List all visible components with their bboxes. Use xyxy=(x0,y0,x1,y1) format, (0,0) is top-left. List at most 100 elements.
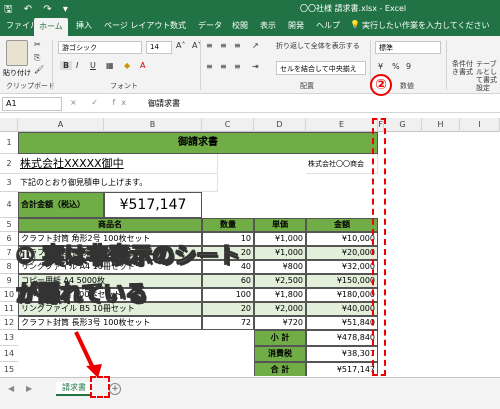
bold-button[interactable]: B xyxy=(60,61,73,70)
align-center-icon[interactable]: ≡ xyxy=(220,62,227,71)
align-left-icon[interactable]: ≡ xyxy=(206,62,213,71)
add-sheet-icon[interactable]: + xyxy=(109,383,121,395)
currency-icon[interactable]: ¥ xyxy=(378,62,383,71)
row-header[interactable]: 15 xyxy=(0,362,18,378)
indent-icon[interactable]: ⇥ xyxy=(252,62,259,71)
subtotal-label-cell[interactable]: 小 計 xyxy=(254,330,306,346)
conditional-format-button[interactable]: 条件付き書式 xyxy=(452,60,474,76)
tab-review[interactable]: 校閲 xyxy=(232,20,248,31)
item-amount[interactable]: ¥51,840 xyxy=(306,316,378,330)
align-right-icon[interactable]: ≡ xyxy=(234,62,241,71)
tab-help[interactable]: ヘルプ xyxy=(316,20,340,31)
select-all-corner[interactable] xyxy=(0,118,18,132)
paste-button[interactable]: 貼り付け xyxy=(3,68,31,78)
column-header[interactable]: G xyxy=(384,118,422,132)
item-price[interactable]: ¥1,000 xyxy=(254,232,306,246)
row-header[interactable]: 4 xyxy=(0,192,18,218)
item-name[interactable]: クラフト封筒 長形3号 100枚セット xyxy=(18,316,202,330)
tab-view[interactable]: 表示 xyxy=(260,20,276,31)
item-price[interactable]: ¥800 xyxy=(254,260,306,274)
header-product[interactable]: 商品名 xyxy=(18,218,202,232)
format-painter-icon[interactable]: 🖌 xyxy=(34,65,44,74)
underline-button[interactable]: U xyxy=(90,61,96,70)
total-value-cell[interactable]: ¥517,147 xyxy=(104,192,202,218)
tab-insert[interactable]: 挿入 xyxy=(76,20,92,31)
column-header[interactable]: H xyxy=(422,118,460,132)
column-header[interactable]: E xyxy=(306,118,378,132)
item-amount[interactable]: ¥10,000 xyxy=(306,232,378,246)
tax-label-cell[interactable]: 消費税 xyxy=(254,346,306,362)
row-header[interactable]: 5 xyxy=(0,218,18,232)
formula-buttons[interactable]: × ✓ fx xyxy=(70,98,132,107)
item-price[interactable]: ¥2,500 xyxy=(254,274,306,288)
tab-formulas[interactable]: 数式 xyxy=(170,20,186,31)
grand-total-label-cell[interactable]: 合 計 xyxy=(254,362,306,376)
align-top-icon[interactable]: ≡ xyxy=(206,41,213,50)
copy-icon[interactable]: ⎘ xyxy=(34,53,40,63)
item-qty[interactable]: 100 xyxy=(202,288,254,302)
font-name-select[interactable]: 游ゴシック xyxy=(58,41,142,54)
tax-value-cell[interactable]: ¥38,307 xyxy=(306,346,378,362)
wrap-text-button[interactable]: 折り返して全体を表示する xyxy=(276,41,360,51)
orientation-icon[interactable]: ↗ xyxy=(252,41,259,50)
header-qty[interactable]: 数量 xyxy=(202,218,254,232)
row-header[interactable]: 12 xyxy=(0,316,18,330)
tab-developer[interactable]: 開発 xyxy=(288,20,304,31)
row-header[interactable]: 14 xyxy=(0,346,18,362)
intro-text-cell[interactable]: 下記のとおり御見積申し上げます。 xyxy=(18,174,218,192)
column-header[interactable]: C xyxy=(202,118,254,132)
next-sheet-icon[interactable]: ▶ xyxy=(26,384,32,393)
column-header[interactable]: B xyxy=(104,118,202,132)
customer-name-cell[interactable]: 株式会社XXXXX御中 xyxy=(18,154,218,174)
align-middle-icon[interactable]: ≡ xyxy=(220,41,227,50)
item-qty[interactable]: 20 xyxy=(202,302,254,316)
clipboard-icon[interactable] xyxy=(6,40,28,66)
border-icon[interactable]: ▦ xyxy=(106,61,114,70)
tab-home[interactable]: ホーム xyxy=(34,18,68,36)
tell-me-box[interactable]: 実行したい作業を入力してください xyxy=(362,20,490,31)
font-size-select[interactable]: 14 xyxy=(146,41,172,54)
fill-color-icon[interactable]: ◆ xyxy=(124,61,130,70)
subtotal-value-cell[interactable]: ¥478,840 xyxy=(306,330,378,346)
item-price[interactable]: ¥720 xyxy=(254,316,306,330)
column-header[interactable]: I xyxy=(460,118,500,132)
item-price[interactable]: ¥1,800 xyxy=(254,288,306,302)
tab-page-layout[interactable]: ページ レイアウト xyxy=(104,20,170,31)
item-amount[interactable]: ¥32,000 xyxy=(306,260,378,274)
row-header[interactable]: 13 xyxy=(0,330,18,346)
tab-data[interactable]: データ xyxy=(198,20,222,31)
row-header[interactable]: 2 xyxy=(0,154,18,174)
item-amount[interactable]: ¥40,000 xyxy=(306,302,378,316)
font-grow-icon[interactable]: A˄ xyxy=(176,41,185,50)
font-color-icon[interactable]: A xyxy=(140,61,145,70)
grand-total-value-cell[interactable]: ¥517,147 xyxy=(306,362,378,376)
align-bottom-icon[interactable]: ≡ xyxy=(234,41,241,50)
item-amount[interactable]: ¥20,000 xyxy=(306,246,378,260)
column-header[interactable]: A xyxy=(18,118,104,132)
item-qty[interactable]: 60 xyxy=(202,274,254,288)
issuer-name-cell[interactable]: 株式会社〇〇商会 xyxy=(306,154,378,174)
table-format-button[interactable]: テーブルとして書式設定 xyxy=(476,60,498,92)
cut-icon[interactable]: ✂ xyxy=(34,40,41,49)
number-format-select[interactable]: 標準 xyxy=(375,41,441,54)
sheet-tab-invoice[interactable]: 請求書 xyxy=(56,382,92,396)
row-header[interactable]: 1 xyxy=(0,132,18,154)
merge-center-button[interactable]: セルを結合して中央揃え xyxy=(276,61,366,75)
total-label-cell[interactable]: 合計金額（税込） xyxy=(18,192,104,218)
invoice-title-cell[interactable]: 御請求書 xyxy=(18,132,378,154)
percent-button[interactable]: % xyxy=(392,62,400,71)
item-price[interactable]: ¥1,000 xyxy=(254,246,306,260)
name-box[interactable]: A1 xyxy=(2,97,62,111)
comma-button[interactable]: 9 xyxy=(406,62,411,71)
item-amount[interactable]: ¥180,000 xyxy=(306,288,378,302)
item-price[interactable]: ¥2,000 xyxy=(254,302,306,316)
column-header[interactable]: D xyxy=(254,118,306,132)
item-qty[interactable]: 72 xyxy=(202,316,254,330)
header-amount[interactable]: 金額 xyxy=(306,218,378,232)
row-header[interactable]: 3 xyxy=(0,174,18,192)
item-amount[interactable]: ¥150,000 xyxy=(306,274,378,288)
header-price[interactable]: 単価 xyxy=(254,218,306,232)
formula-input[interactable]: 御請求書 xyxy=(148,98,180,109)
prev-sheet-icon[interactable]: ◀ xyxy=(8,384,14,393)
italic-button[interactable]: I xyxy=(76,61,78,70)
